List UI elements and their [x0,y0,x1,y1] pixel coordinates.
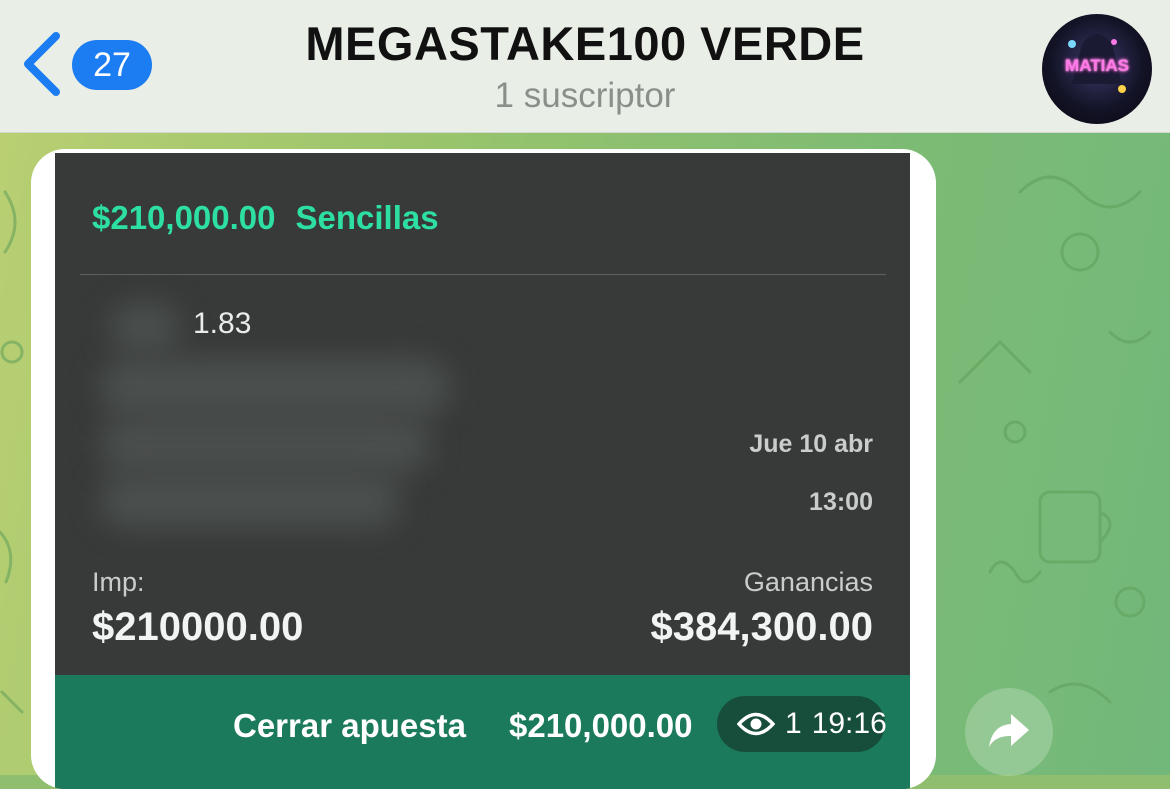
winnings-label: Ganancias [743,567,873,597]
event-time: 13:00 [809,488,873,516]
blurred-content [100,473,400,528]
chat-header: 27 MEGASTAKE100 VERDE 1 suscriptor MATIA… [0,0,1170,133]
cashout-label: Cerrar apuesta [233,707,466,744]
blurred-content [110,303,180,353]
message-time: 19:16 [811,707,887,740]
bet-slip-image: $210,000.00 Sencillas 1.83 Jue 10 abr 13:… [55,153,910,789]
share-arrow-icon [987,710,1031,755]
channel-avatar[interactable]: MATIAS [1042,14,1152,124]
message-bubble[interactable]: $210,000.00 Sencillas 1.83 Jue 10 abr 13:… [31,149,936,789]
event-date: Jue 10 abr [749,430,873,458]
bet-odds: 1.83 [193,307,252,340]
blurred-content [100,358,450,418]
eye-icon [737,711,775,737]
cashout-amount: $210,000.00 [509,707,693,744]
winnings-value: $384,300.00 [650,605,873,649]
message-meta: 1 19:16 [717,696,887,752]
bet-amount: $210,000.00 [92,199,276,236]
view-count: 1 [785,707,802,740]
bet-header: $210,000.00 Sencillas [92,199,439,237]
stake-label: Imp: [92,567,145,597]
stake-value: $210000.00 [92,605,304,649]
channel-title[interactable]: MEGASTAKE100 VERDE [0,16,1170,71]
bet-type: Sencillas [295,199,439,236]
subscriber-count: 1 suscriptor [494,76,676,115]
blurred-content [100,418,430,473]
avatar-logo-text: MATIAS [1065,56,1129,75]
divider [80,274,886,275]
forward-button[interactable] [965,688,1053,776]
